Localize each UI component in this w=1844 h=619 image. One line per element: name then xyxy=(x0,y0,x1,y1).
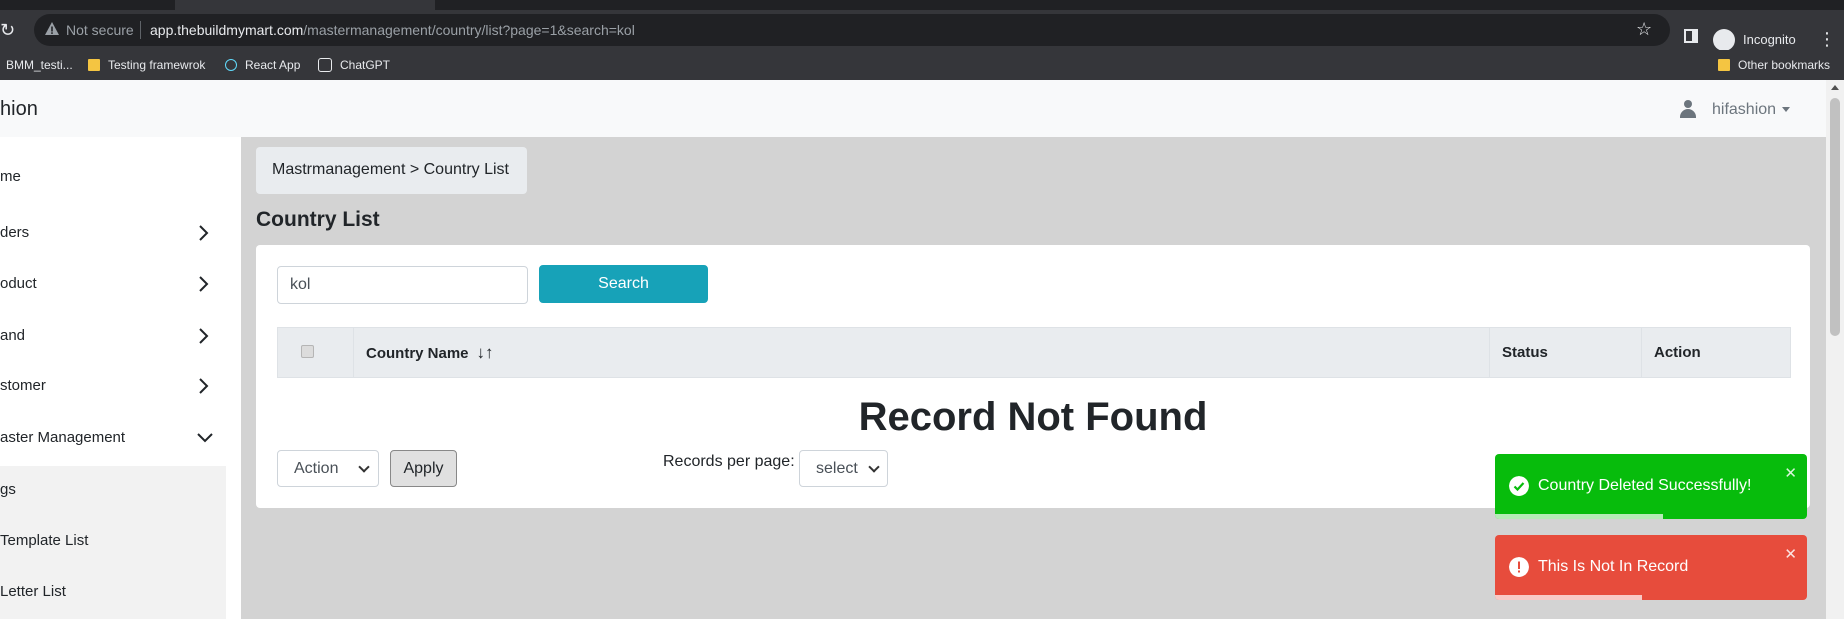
bookmark-item[interactable]: ChatGPT xyxy=(318,58,390,72)
sidebar: me ders oduct and stomer aster Managemen… xyxy=(0,137,241,619)
security-label[interactable]: Not secure xyxy=(66,22,134,38)
toast-error[interactable]: This Is Not In Record ✕ xyxy=(1495,535,1807,600)
address-divider xyxy=(140,21,141,39)
sidebar-item-orders[interactable]: ders xyxy=(0,224,226,241)
incognito-icon[interactable] xyxy=(1713,29,1735,51)
other-bookmarks-label: Other bookmarks xyxy=(1738,58,1831,72)
submenu-item[interactable]: Template List xyxy=(0,532,88,549)
select-all-cell xyxy=(278,328,354,377)
bookmarks-bar: BMM_testi... Testing framewrok React App… xyxy=(0,50,1844,80)
scroll-up-arrow-icon[interactable] xyxy=(1831,85,1839,90)
column-header-status: Status xyxy=(1490,328,1642,377)
error-icon xyxy=(1509,557,1529,577)
sidebar-item-customer[interactable]: stomer xyxy=(0,377,226,394)
bookmark-label: ChatGPT xyxy=(340,58,391,72)
browser-tab-strip xyxy=(0,0,1844,10)
folder-icon xyxy=(88,59,100,71)
chevron-down-icon xyxy=(358,461,370,473)
page-scrollbar[interactable] xyxy=(1826,80,1844,619)
url-text[interactable]: app.thebuildmymart.com/mastermanagement/… xyxy=(150,22,635,38)
column-header-country-name[interactable]: Country Name ↓↑ xyxy=(354,328,1490,377)
close-icon[interactable]: ✕ xyxy=(1784,545,1797,563)
scrollbar-thumb[interactable] xyxy=(1830,98,1840,336)
sidebar-item-label: oduct xyxy=(0,275,37,292)
chevron-down-icon xyxy=(868,461,880,473)
sidebar-item-brand[interactable]: and xyxy=(0,327,226,344)
records-per-page-label: Records per page: xyxy=(663,453,795,470)
bulk-action-value: Action xyxy=(294,460,339,477)
sidebar-item-master-management[interactable]: aster Management xyxy=(0,429,226,446)
url-path: /mastermanagement/country/list?page=1&se… xyxy=(303,22,635,38)
toast-progress-bar xyxy=(1495,514,1664,519)
column-label: Country Name xyxy=(366,345,469,362)
sidebar-item-label: stomer xyxy=(0,377,46,394)
bookmark-item[interactable]: BMM_testi... xyxy=(6,58,73,72)
bulk-action-select[interactable]: Action xyxy=(277,450,379,487)
user-menu[interactable]: hifashion xyxy=(1712,101,1776,119)
browser-active-tab[interactable] xyxy=(175,0,435,10)
page-title: Country List xyxy=(256,208,380,231)
submenu-item[interactable]: gs xyxy=(0,481,16,498)
bookmark-item[interactable]: React App xyxy=(225,58,300,72)
master-management-submenu: gs Template List Letter List xyxy=(0,466,226,619)
chevron-right-icon xyxy=(199,225,209,241)
caret-down-icon[interactable] xyxy=(1782,107,1790,112)
breadcrumb[interactable]: Mastrmanagement > Country List xyxy=(256,147,527,194)
warning-icon xyxy=(45,22,59,35)
bookmark-label: React App xyxy=(245,58,301,72)
submenu-item[interactable]: Letter List xyxy=(0,583,66,600)
chevron-right-icon xyxy=(199,276,209,292)
chevron-right-icon xyxy=(199,328,209,344)
folder-icon xyxy=(1718,59,1730,71)
sidebar-item-label: ders xyxy=(0,224,30,241)
records-per-page-value: select xyxy=(816,460,858,477)
toast-message: This Is Not In Record xyxy=(1538,558,1689,575)
search-input[interactable] xyxy=(277,266,528,304)
address-bar[interactable]: Not secure app.thebuildmymart.com/master… xyxy=(34,14,1670,46)
app-header: hion hifashion xyxy=(0,80,1826,137)
chevron-right-icon xyxy=(199,378,209,394)
toast-success[interactable]: Country Deleted Successfully! ✕ xyxy=(1495,454,1807,519)
sort-icon[interactable]: ↓↑ xyxy=(477,328,494,377)
chevron-down-icon xyxy=(197,433,213,443)
chatgpt-icon xyxy=(318,58,332,72)
sidebar-item-label: me xyxy=(0,168,21,185)
user-icon[interactable] xyxy=(1680,100,1696,118)
column-header-action: Action xyxy=(1654,344,1701,361)
browser-toolbar: ↻ Not secure app.thebuildmymart.com/mast… xyxy=(0,10,1844,51)
reload-icon[interactable]: ↻ xyxy=(0,20,18,40)
apply-button[interactable]: Apply xyxy=(390,450,457,487)
empty-state-message: Record Not Found xyxy=(858,395,1208,439)
country-table-header: Country Name ↓↑ Status Action xyxy=(277,327,1791,378)
close-icon[interactable]: ✕ xyxy=(1784,464,1797,482)
brand-name[interactable]: hion xyxy=(0,98,38,121)
bookmark-label: Testing framewrok xyxy=(108,58,206,72)
side-panel-icon[interactable] xyxy=(1684,29,1698,43)
browser-menu-icon[interactable]: ⋮ xyxy=(1818,28,1836,50)
check-circle-icon xyxy=(1509,476,1529,496)
bookmark-item[interactable]: Testing framewrok xyxy=(88,58,205,72)
sidebar-item-label: and xyxy=(0,327,26,344)
sidebar-item-label: aster Management xyxy=(0,429,126,446)
records-per-page-select[interactable]: select xyxy=(799,450,888,487)
select-all-checkbox[interactable] xyxy=(301,345,314,358)
bookmark-star-icon[interactable]: ☆ xyxy=(1636,19,1656,39)
other-bookmarks[interactable]: Other bookmarks xyxy=(1718,58,1830,72)
toast-message: Country Deleted Successfully! xyxy=(1538,477,1752,494)
url-host: app.thebuildmymart.com xyxy=(150,22,304,38)
react-icon xyxy=(225,59,237,71)
sidebar-item-product[interactable]: oduct xyxy=(0,275,226,292)
search-button[interactable]: Search xyxy=(539,265,708,303)
incognito-label[interactable]: Incognito xyxy=(1743,32,1796,47)
toast-progress-bar xyxy=(1495,595,1642,600)
sidebar-item-home[interactable]: me xyxy=(0,168,226,185)
bookmark-label: BMM_testi... xyxy=(6,58,73,72)
